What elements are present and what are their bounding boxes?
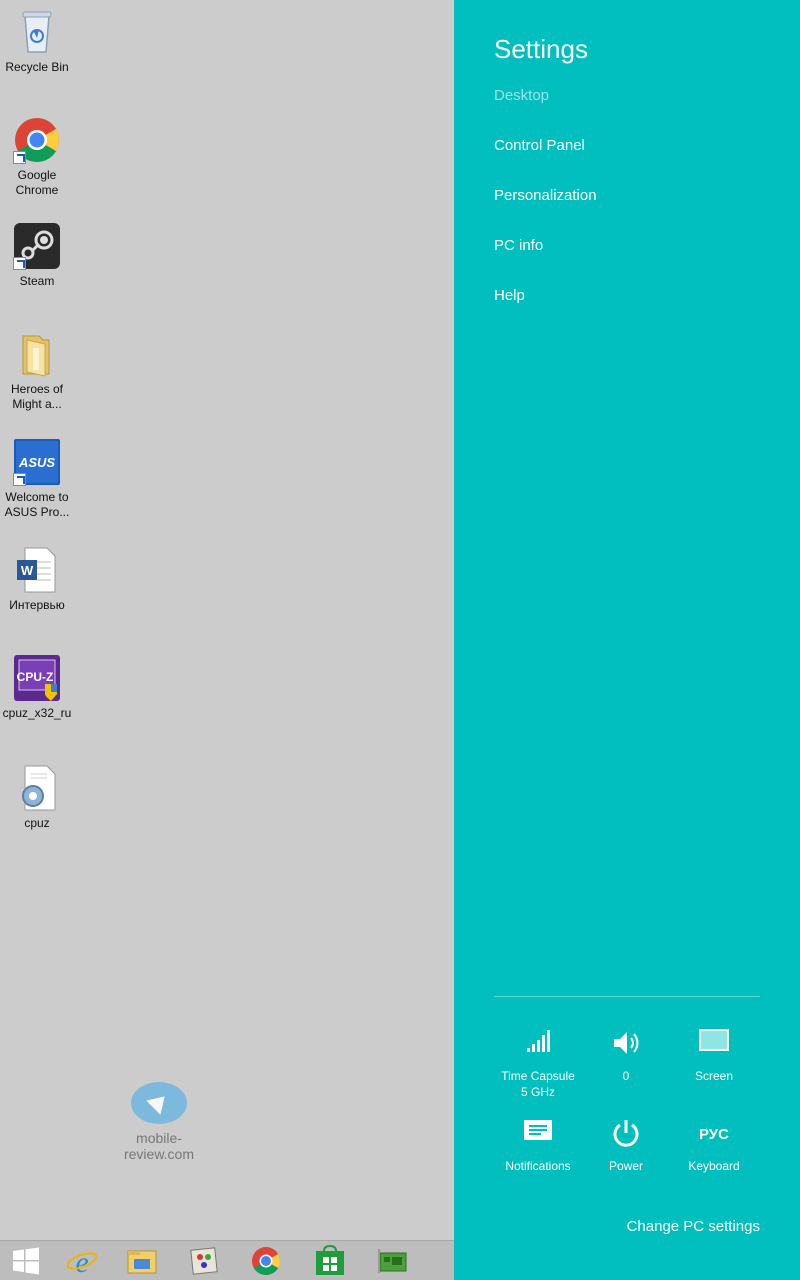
desktop-icon-label: Welcome to ASUS Pro... xyxy=(4,490,70,519)
keyboard-language-icon: РУС xyxy=(699,1126,729,1143)
desktop-icon-label: Steam xyxy=(19,274,55,288)
folder-icon xyxy=(13,330,61,378)
watermark: mobile-review.com xyxy=(104,1082,214,1162)
power-tile[interactable]: Power xyxy=(582,1118,670,1174)
internet-explorer-icon[interactable]: e xyxy=(66,1245,98,1279)
watermark-logo-icon xyxy=(131,1082,187,1124)
settings-charm-panel[interactable]: Settings Desktop Control Panel Personali… xyxy=(454,0,800,1280)
cpuz-icon: CPU-Z xyxy=(13,654,61,702)
keyboard-tile[interactable]: РУС Keyboard xyxy=(670,1118,758,1174)
paint-icon[interactable] xyxy=(188,1245,220,1277)
store-icon[interactable] xyxy=(314,1244,346,1277)
desktop-icon-recycle-bin[interactable]: Recycle Bin xyxy=(2,8,72,75)
wifi-signal-icon xyxy=(494,1028,582,1064)
notifications-tile[interactable]: Notifications xyxy=(494,1118,582,1174)
desktop-icon-label: Интервью xyxy=(9,598,65,612)
desktop-icon-interview-doc[interactable]: W Интервью xyxy=(2,546,72,613)
desktop-icon-label: cpuz_x32_ru xyxy=(2,706,72,720)
keyboard-label: Keyboard xyxy=(688,1159,740,1173)
settings-item-desktop: Desktop xyxy=(494,87,550,104)
settings-item-personalization[interactable]: Personalization xyxy=(494,187,597,204)
settings-item-control-panel[interactable]: Control Panel xyxy=(494,137,585,154)
desktop-icon-google-chrome[interactable]: Google Chrome xyxy=(2,116,72,198)
desktop-icon-label: Recycle Bin xyxy=(5,60,69,74)
screen-label: Screen xyxy=(694,1069,734,1083)
desktop-icon-heroes-folder[interactable]: Heroes of Might a... xyxy=(2,330,72,412)
chrome-icon[interactable] xyxy=(250,1245,282,1277)
volume-tile[interactable]: 0 xyxy=(582,1028,670,1084)
divider xyxy=(494,996,760,997)
svg-text:CPU-Z: CPU-Z xyxy=(17,670,54,684)
change-pc-settings-link[interactable]: Change PC settings xyxy=(627,1218,760,1235)
start-icon[interactable] xyxy=(10,1245,42,1277)
desktop-icon-label: Google Chrome xyxy=(15,168,59,197)
watermark-text: mobile-review.com xyxy=(123,1130,195,1162)
settings-item-help[interactable]: Help xyxy=(494,287,525,304)
word-document-icon: W xyxy=(13,546,61,594)
settings-item-pc-info[interactable]: PC info xyxy=(494,237,543,254)
desktop[interactable]: Recycle Bin Google Chrome Steam Heroes o… xyxy=(0,0,454,1240)
svg-text:ASUS: ASUS xyxy=(18,455,55,470)
taskbar[interactable]: e xyxy=(0,1240,454,1280)
screen-brightness-icon xyxy=(670,1028,758,1064)
volume-level: 0 xyxy=(622,1069,630,1083)
desktop-icon-cpuz-x32-ru[interactable]: CPU-Z cpuz_x32_ru xyxy=(2,654,72,721)
desktop-icon-label: cpuz xyxy=(24,816,50,830)
notifications-label: Notifications xyxy=(505,1159,571,1173)
recycle-bin-icon xyxy=(13,8,61,56)
desktop-icon-cpuz[interactable]: cpuz xyxy=(2,764,72,831)
notifications-icon xyxy=(494,1118,582,1154)
network-name: Time Capsule xyxy=(501,1069,575,1083)
power-icon xyxy=(582,1118,670,1154)
svg-text:W: W xyxy=(21,563,34,578)
network-band: 5 GHz xyxy=(520,1085,555,1099)
network-card-icon[interactable] xyxy=(376,1245,408,1277)
asus-icon: ASUS xyxy=(13,438,61,486)
desktop-icon-steam[interactable]: Steam xyxy=(2,222,72,289)
panel-title: Settings xyxy=(494,34,588,64)
power-label: Power xyxy=(608,1159,643,1173)
config-file-icon xyxy=(13,764,61,812)
file-explorer-icon[interactable] xyxy=(126,1245,158,1277)
desktop-icon-welcome-asus[interactable]: ASUS Welcome to ASUS Pro... xyxy=(2,438,72,520)
svg-text:e: e xyxy=(75,1246,88,1277)
steam-icon xyxy=(13,222,61,270)
network-tile[interactable]: Time Capsule 5 GHz xyxy=(494,1028,582,1100)
volume-icon xyxy=(582,1028,670,1064)
desktop-icon-label: Heroes of Might a... xyxy=(10,382,64,411)
chrome-icon xyxy=(13,116,61,164)
screen-tile[interactable]: Screen xyxy=(670,1028,758,1084)
